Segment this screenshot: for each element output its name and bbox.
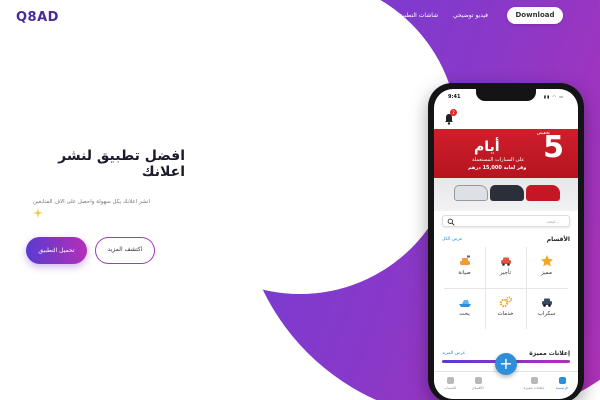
category-label: صيانة [458,270,471,276]
category-maintenance[interactable]: صيانة [444,247,485,288]
bottom-nav-label: الحساب [443,386,457,390]
nav-item-screens[interactable]: شاشات التطبيق [398,12,438,19]
bottom-nav-featured[interactable]: إعلانات مميزة [520,377,548,390]
category-scrap[interactable]: سكراب [526,288,567,329]
nav-item-video[interactable]: فيديو توضيحي [453,12,488,19]
bottom-nav-label: الأقسام [472,386,484,390]
banner-car-red [526,185,560,201]
phone-screen: 9:41 ▮▮ ◠ ▭ 2 أيام 5 تخفيض على السيارات … [434,89,578,399]
view-all-link[interactable]: عرض الكل [442,237,463,242]
nav-item-home[interactable]: الرئيسية [265,12,286,19]
phone-mockup: 9:41 ▮▮ ◠ ▭ 2 أيام 5 تخفيض على السيارات … [428,83,584,400]
hero-subtitle: انشر اعلانك بكل سهولة واحصل على الاف الم… [32,199,150,205]
gears-icon [499,296,512,308]
star-icon [540,255,553,267]
category-label: مميز [541,270,552,276]
category-rent[interactable]: تأجير [485,247,526,288]
bottom-nav-label: إعلانات مميزة [523,386,545,390]
hero-title: افضل تطبيق لنشر اعلانك [58,148,185,180]
wrench-icon [459,255,470,265]
add-ad-button[interactable]: + [495,353,517,375]
nav-item-how-it-works[interactable]: كيف يعمل التطبيق [340,12,386,19]
banner-word: أيام [474,139,500,155]
search-input[interactable]: ابحث... [442,215,570,227]
search-icon [447,218,455,226]
status-icons: ▮▮ ◠ ▭ [543,94,564,99]
home-icon [558,377,566,384]
car-rent-icon [500,257,511,266]
view-more-link[interactable]: عرض المزيد [442,351,465,356]
bottom-nav-home[interactable]: الرئيسية [548,377,576,390]
category-yacht[interactable]: يخت [444,288,485,329]
search-placeholder: ابحث... [546,219,559,224]
category-featured[interactable]: مميز [526,247,567,288]
user-icon [446,377,454,384]
promo-banner[interactable]: أيام 5 تخفيض على السيارات المستعملة وفر … [434,129,578,211]
category-label: خدمات [497,311,514,317]
categories-grid: مميز تأجير صيانة سكراب خدمات يخت [444,247,568,329]
banner-car-silver [454,185,488,201]
notification-badge: 2 [450,109,457,116]
nav-item-features[interactable]: المميزات [303,12,326,19]
download-button[interactable]: Download [507,7,563,24]
banner-top-text: تخفيض [536,131,550,136]
category-services[interactable]: خدمات [485,288,526,329]
phone-notch [476,89,536,101]
featured-icon [530,377,538,384]
banner-number: 5 [543,130,564,165]
sections-title: الأقسام [546,236,570,243]
brand-logo[interactable]: Q8AD [16,10,59,25]
landing-page: Q8AD الرئيسية المميزات كيف يعمل التطبيق … [0,0,600,400]
download-app-button[interactable]: تحميل التطبيق [26,237,87,264]
featured-ads-title: إعلانات مميزة [529,350,570,357]
banner-line-2: وفر لغاية 15,000 درهم [468,165,527,171]
car-icon [541,298,552,307]
bottom-navigation: الرئيسية إعلانات مميزة الأقسام الحساب [434,371,578,399]
banner-line-1: على السيارات المستعملة [472,157,525,163]
status-time: 9:41 [448,94,461,100]
grid-icon [474,377,482,384]
bottom-nav-sections[interactable]: الأقسام [464,377,492,390]
banner-car-black [490,185,524,201]
bottom-nav-label: الرئيسية [555,386,569,390]
sparkle-icon [33,208,43,218]
category-label: تأجير [499,270,512,276]
learn-more-button[interactable]: اكتشف المزيد [95,237,155,264]
category-label: يخت [459,311,470,317]
bottom-nav-account[interactable]: الحساب [436,377,464,390]
yacht-icon [458,300,471,307]
category-label: سكراب [537,311,556,317]
